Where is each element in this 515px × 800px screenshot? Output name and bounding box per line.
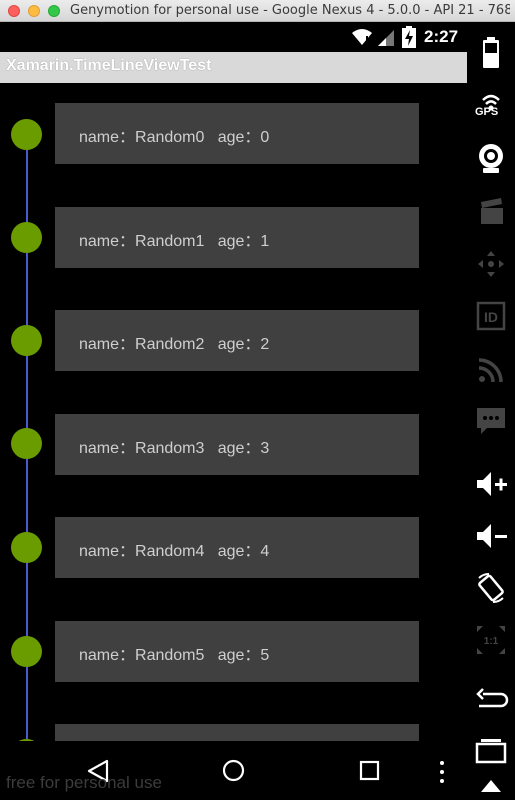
cast-icon[interactable]: [473, 350, 509, 386]
window-minimize-button[interactable]: [28, 5, 40, 17]
signal-icon: [378, 30, 394, 46]
scale-icon[interactable]: 1:1: [473, 622, 509, 658]
timeline-item[interactable]: name：Random1 age：1: [0, 207, 467, 269]
timeline-item-text: name：Random3 age：3: [79, 440, 270, 457]
timeline-item-text: name：Random2 age：2: [79, 336, 270, 353]
wifi-icon: [352, 29, 372, 45]
emulator-sidebar: GPS ID 1:1: [467, 22, 515, 800]
timeline-list[interactable]: name：Random0 age：0 name：Random1 age：1 na…: [0, 83, 467, 741]
timeline-item[interactable]: name：Random2 age：2: [0, 310, 467, 372]
back-icon[interactable]: [473, 682, 509, 718]
timeline-card[interactable]: name：Random5 age：5: [55, 621, 419, 682]
timeline-item[interactable]: name：Random5 age：5: [0, 621, 467, 683]
status-time: 2:27: [424, 27, 459, 46]
timeline-item-text: name：Random4 age：4: [79, 543, 270, 560]
sms-icon[interactable]: [473, 402, 509, 438]
timeline-card[interactable]: name：Random1 age：1: [55, 207, 419, 268]
timeline-dot: [11, 119, 42, 150]
rotate-icon[interactable]: [473, 570, 509, 606]
recent-apps-icon[interactable]: [359, 760, 380, 781]
timeline-card[interactable]: name：Random3 age：3: [55, 414, 419, 475]
home-icon[interactable]: [222, 759, 245, 782]
gps-label: GPS: [475, 106, 499, 118]
timeline-dot: [11, 532, 42, 563]
volume-up-icon[interactable]: [473, 466, 509, 502]
device-id-icon[interactable]: ID: [473, 298, 509, 334]
window-titlebar: Genymotion for personal use - Google Nex…: [0, 0, 515, 22]
timeline-item-text: name：Random0 age：0: [79, 129, 270, 146]
device-id-label: ID: [484, 309, 498, 325]
app-title: Xamarin.TimeLineViewTest: [6, 57, 212, 74]
timeline-card[interactable]: [55, 724, 419, 741]
timeline-item-text: name：Random1 age：1: [79, 233, 270, 250]
timeline-dot: [11, 222, 42, 253]
timeline-item[interactable]: name：Random4 age：4: [0, 517, 467, 579]
watermark-text: free for personal use: [6, 773, 162, 792]
recent-apps-icon[interactable]: [473, 732, 509, 768]
timeline-card[interactable]: name：Random0 age：0: [55, 103, 419, 164]
timeline-dot: [11, 428, 42, 459]
capture-icon[interactable]: [473, 194, 509, 230]
timeline-dot: [11, 636, 42, 667]
battery-icon[interactable]: [473, 34, 509, 70]
window-close-button[interactable]: [8, 5, 20, 17]
timeline-item[interactable]: [0, 724, 467, 741]
timeline-item[interactable]: name：Random3 age：3: [0, 414, 467, 476]
webcam-icon[interactable]: [473, 140, 509, 176]
timeline-item-text: name：Random5 age：5: [79, 647, 270, 664]
home-icon[interactable]: [473, 778, 509, 798]
navigation-bar: free for personal use: [0, 741, 467, 800]
timeline-card[interactable]: name：Random2 age：2: [55, 310, 419, 371]
window-maximize-button[interactable]: [48, 5, 60, 17]
overflow-menu-icon[interactable]: [438, 760, 446, 784]
window-title: Genymotion for personal use - Google Nex…: [70, 3, 510, 18]
dpad-icon[interactable]: [473, 246, 509, 282]
status-bar: 2:27: [0, 22, 467, 52]
timeline-item[interactable]: name：Random0 age：0: [0, 103, 467, 165]
scale-label: 1:1: [484, 636, 499, 647]
timeline-dot: [11, 325, 42, 356]
volume-down-icon[interactable]: [473, 518, 509, 554]
app-action-bar: Xamarin.TimeLineViewTest: [0, 52, 467, 83]
timeline-card[interactable]: name：Random4 age：4: [55, 517, 419, 578]
battery-charging-icon: [402, 26, 416, 48]
